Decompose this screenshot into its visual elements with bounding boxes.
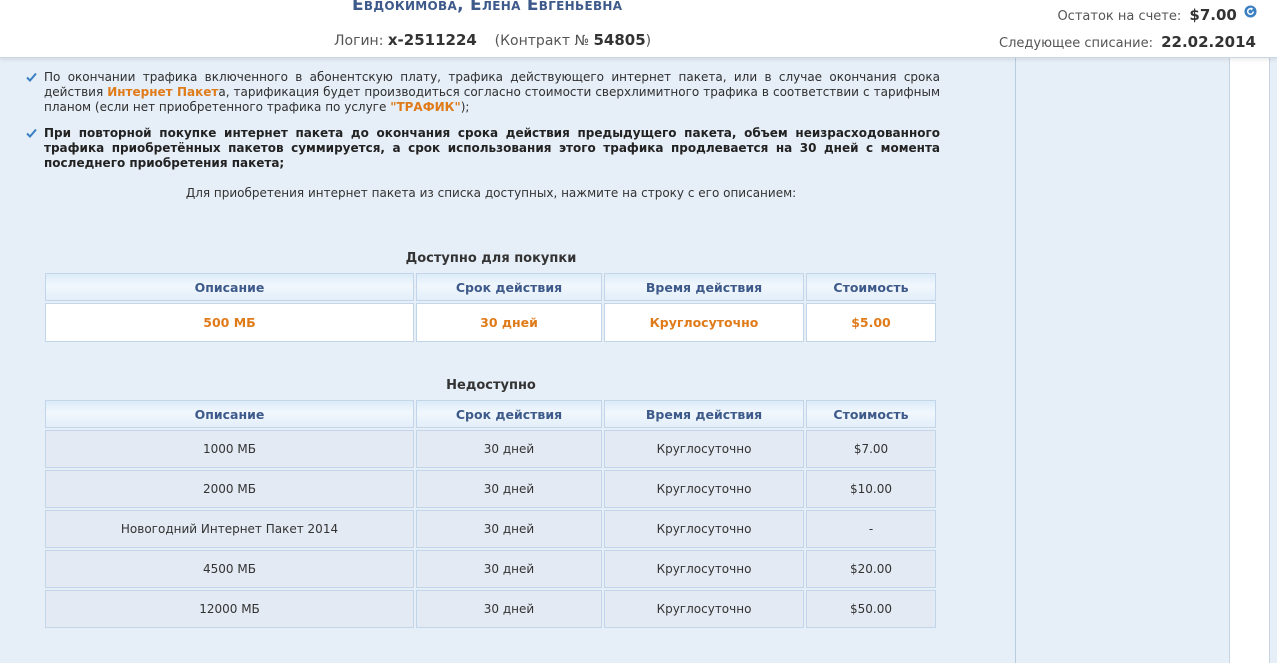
note-repeat-purchase: При повторной покупке интернет пакета до… — [44, 126, 940, 170]
package-duration: 30 дней — [416, 590, 602, 628]
unavailable-title: Недоступно — [446, 378, 536, 393]
unavailable-packages-table: Описание Срок действия Время действия Ст… — [43, 398, 938, 630]
column-header-duration: Срок действия — [416, 400, 602, 428]
package-duration: 30 дней — [416, 510, 602, 548]
table-row[interactable]: 500 МБ 30 дней Круглосуточно $5.00 — [45, 303, 936, 342]
package-price: $50.00 — [806, 590, 936, 628]
column-header-price: Стоимость — [806, 273, 936, 301]
column-header-time: Время действия — [604, 400, 804, 428]
available-packages-table: Описание Срок действия Время действия Ст… — [43, 271, 938, 344]
available-title: Доступно для покупки — [405, 251, 577, 266]
refresh-icon[interactable] — [1244, 5, 1257, 18]
column-header-description: Описание — [45, 400, 414, 428]
package-description: Новогодний Интернет Пакет 2014 — [45, 510, 414, 548]
contract-value: 54805 — [593, 31, 646, 49]
package-description: 12000 МБ — [45, 590, 414, 628]
login-value: x-2511224 — [387, 31, 477, 49]
package-time: Круглосуточно — [604, 510, 804, 548]
account-header: Евдокимова, Елена Евгеньевна Логин: x-25… — [0, 0, 1277, 58]
next-charge-date: 22.02.2014 — [1161, 33, 1256, 51]
column-header-time: Время действия — [604, 273, 804, 301]
note-traffic-billing: По окончании трафика включенного в абоне… — [44, 70, 940, 115]
package-description[interactable]: 500 МБ — [45, 303, 414, 342]
package-duration: 30 дней — [416, 430, 602, 468]
next-charge-label: Следующее списание: — [999, 36, 1153, 51]
package-time[interactable]: Круглосуточно — [604, 303, 804, 342]
package-price: $20.00 — [806, 550, 936, 588]
table-header-row: Описание Срок действия Время действия Ст… — [45, 273, 936, 301]
column-header-duration: Срок действия — [416, 273, 602, 301]
table-row: 4500 МБ 30 дней Круглосуточно $20.00 — [45, 550, 936, 588]
balance-line: Остаток на счете: $7.00 — [1057, 5, 1257, 24]
package-price: - — [806, 510, 936, 548]
scrollbar-track[interactable] — [1269, 57, 1277, 663]
table-row: 12000 МБ 30 дней Круглосуточно $50.00 — [45, 590, 936, 628]
package-description: 4500 МБ — [45, 550, 414, 588]
table-row: 2000 МБ 30 дней Круглосуточно $10.00 — [45, 470, 936, 508]
package-price[interactable]: $5.00 — [806, 303, 936, 342]
next-charge-line: Следующее списание: 22.02.2014 — [999, 33, 1256, 51]
column-header-price: Стоимость — [806, 400, 936, 428]
package-duration: 30 дней — [416, 550, 602, 588]
right-sidebar — [1015, 57, 1230, 663]
package-description: 2000 МБ — [45, 470, 414, 508]
login-label: Логин: — [334, 33, 384, 49]
package-description: 1000 МБ — [45, 430, 414, 468]
purchase-instruction: Для приобретения интернет пакета из спис… — [185, 186, 797, 200]
table-row: Новогодний Интернет Пакет 2014 30 дней К… — [45, 510, 936, 548]
note1-text-c: ); — [460, 100, 470, 114]
package-duration[interactable]: 30 дней — [416, 303, 602, 342]
column-header-description: Описание — [45, 273, 414, 301]
balance-value: $7.00 — [1189, 6, 1237, 24]
package-time: Круглосуточно — [604, 550, 804, 588]
table-row: 1000 МБ 30 дней Круглосуточно $7.00 — [45, 430, 936, 468]
balance-label: Остаток на счете: — [1057, 9, 1182, 24]
package-time: Круглосуточно — [604, 430, 804, 468]
package-time: Круглосуточно — [604, 470, 804, 508]
package-price: $10.00 — [806, 470, 936, 508]
internet-package-link[interactable]: Интернет Пакет — [107, 85, 218, 99]
checkmark-icon — [26, 72, 37, 82]
contract-label: (Контракт № — [494, 33, 590, 49]
package-time: Круглосуточно — [604, 590, 804, 628]
package-duration: 30 дней — [416, 470, 602, 508]
traffic-service-link[interactable]: "ТРАФИК" — [390, 100, 461, 114]
table-header-row: Описание Срок действия Время действия Ст… — [45, 400, 936, 428]
contract-close: ) — [645, 33, 652, 49]
checkmark-icon — [26, 128, 37, 138]
package-price: $7.00 — [806, 430, 936, 468]
user-name: Евдокимова, Елена Евгеньевна — [352, 0, 623, 15]
login-line: Логин: x-2511224 (Контракт № 54805) — [334, 31, 651, 49]
right-sidebar-column — [1229, 57, 1270, 663]
